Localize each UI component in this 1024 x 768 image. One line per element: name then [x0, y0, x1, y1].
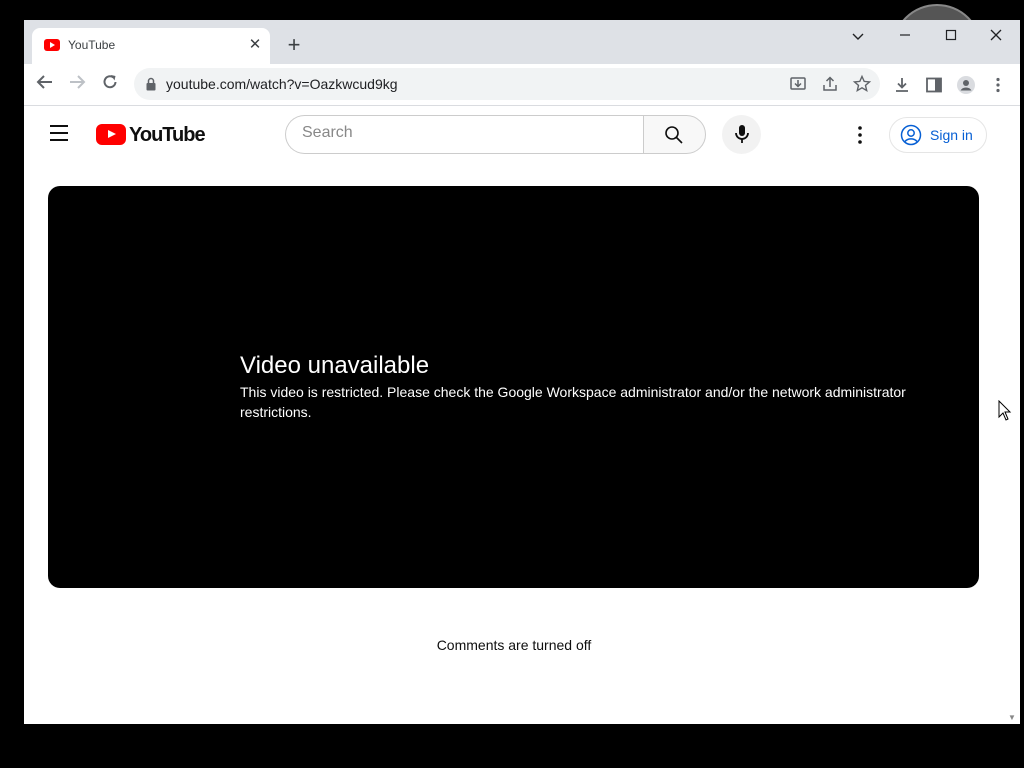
tab-youtube[interactable]: YouTube ✕ [32, 28, 270, 64]
forward-icon[interactable] [65, 73, 89, 97]
minimize-icon[interactable] [885, 24, 925, 48]
sign-in-label: Sign in [930, 127, 973, 143]
tab-title: YouTube [68, 38, 116, 52]
comments-status: Comments are turned off [436, 637, 592, 653]
browser-window: YouTube ✕ + youtube.com/watch?v=Oazkwcud… [24, 20, 1020, 724]
share-icon[interactable] [820, 74, 840, 94]
youtube-logo-text: YouTube [129, 124, 206, 146]
star-icon[interactable] [852, 74, 872, 94]
player-error-message: This video is restricted. Please check t… [240, 384, 906, 420]
side-panel-icon[interactable] [924, 75, 944, 95]
scroll-down-arrow-icon[interactable]: ▼ [1008, 713, 1016, 722]
mouse-cursor-icon [998, 400, 1012, 421]
desktop: YouTube ✕ + youtube.com/watch?v=Oazkwcud… [0, 0, 1024, 768]
search-input[interactable] [302, 124, 622, 142]
more-options-button[interactable] [850, 123, 870, 147]
install-icon[interactable] [788, 74, 808, 94]
video-player[interactable]: Video unavailable This video is restrict… [48, 186, 979, 588]
download-icon[interactable] [892, 75, 912, 95]
close-icon[interactable]: ✕ [246, 36, 264, 54]
youtube-logo-icon [96, 124, 126, 145]
kebab-icon [858, 126, 862, 144]
url-text[interactable]: youtube.com/watch?v=Oazkwcud9kg [166, 76, 398, 92]
lock-icon[interactable] [146, 77, 156, 91]
kebab-icon[interactable] [988, 75, 1008, 95]
voice-search-button[interactable] [722, 115, 761, 154]
window-close-icon[interactable] [976, 24, 1016, 48]
search-button[interactable] [643, 115, 706, 154]
browser-toolbar: youtube.com/watch?v=Oazkwcud9kg [24, 64, 1020, 106]
chevron-down-icon[interactable] [838, 24, 878, 48]
address-bar[interactable]: youtube.com/watch?v=Oazkwcud9kg [134, 68, 880, 100]
reload-icon[interactable] [98, 73, 122, 97]
user-circle-icon [900, 124, 922, 146]
tab-strip: YouTube ✕ + [24, 20, 1020, 64]
youtube-favicon [44, 39, 60, 51]
search-box[interactable] [285, 115, 643, 154]
mic-icon [735, 125, 749, 143]
hamburger-icon[interactable] [50, 125, 70, 141]
player-error-title: Video unavailable [240, 352, 430, 379]
maximize-icon[interactable] [931, 24, 971, 48]
youtube-logo[interactable]: YouTube [96, 123, 206, 147]
back-icon[interactable] [33, 73, 57, 97]
page-content: YouTube Sign in Video unavailable This v… [24, 107, 1004, 724]
sign-in-button[interactable]: Sign in [889, 117, 987, 153]
profile-icon[interactable] [956, 75, 976, 95]
plus-icon[interactable]: + [282, 34, 306, 58]
search-icon [665, 126, 683, 144]
